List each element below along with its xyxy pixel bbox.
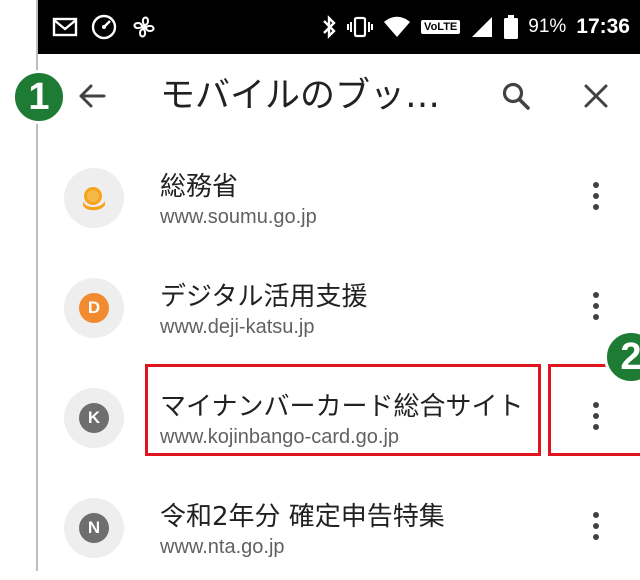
close-icon <box>584 84 608 108</box>
list-item[interactable]: D デジタル活用支援 www.deji-katsu.jp <box>40 250 640 360</box>
wifi-icon <box>383 16 411 38</box>
more-vert-icon <box>593 182 599 210</box>
letter-favicon: N <box>64 498 124 558</box>
battery-icon <box>504 15 519 39</box>
volte-icon: VoLTE <box>421 20 461 34</box>
more-vert-icon <box>593 512 599 540</box>
letter-favicon: D <box>64 278 124 338</box>
favicon-letter: D <box>79 293 109 323</box>
more-options-button[interactable] <box>576 286 616 326</box>
vibrate-icon <box>347 15 374 39</box>
gmail-icon <box>52 17 78 37</box>
bookmark-url: www.nta.go.jp <box>160 536 285 558</box>
back-button[interactable] <box>72 76 112 116</box>
speed-icon <box>90 13 118 41</box>
bookmark-url: www.soumu.go.jp <box>160 206 317 228</box>
more-options-button[interactable] <box>576 176 616 216</box>
search-icon <box>502 82 530 110</box>
list-item[interactable]: N 令和2年分 確定申告特集 www.nta.go.jp <box>40 470 640 580</box>
more-vert-icon <box>593 292 599 320</box>
toolbar: モバイルのブッ… <box>40 54 640 140</box>
search-button[interactable] <box>496 76 536 116</box>
signal-icon <box>470 16 494 38</box>
letter-favicon: K <box>64 388 124 448</box>
favicon-letter: K <box>79 403 109 433</box>
battery-percentage: 91% <box>528 16 567 37</box>
bookmark-title: デジタル活用支援 <box>160 282 368 312</box>
status-bar: VoLTE 91% 17:36 <box>38 0 640 54</box>
fan-icon <box>130 13 158 41</box>
highlight-box-bookmark <box>145 364 541 456</box>
favicon-letter: N <box>79 513 109 543</box>
step-badge-1: 1 <box>12 70 66 124</box>
bookmark-title: 総務省 <box>160 172 239 202</box>
close-button[interactable] <box>576 76 616 116</box>
page-title: モバイルのブッ… <box>160 76 441 116</box>
clock: 17:36 <box>576 15 630 38</box>
bookmark-url: www.deji-katsu.jp <box>160 316 315 338</box>
soumu-favicon <box>64 168 124 228</box>
back-arrow-icon <box>79 84 106 108</box>
more-options-button[interactable] <box>576 506 616 546</box>
bookmark-title: 令和2年分 確定申告特集 <box>160 502 445 532</box>
list-item[interactable]: 総務省 www.soumu.go.jp <box>40 140 640 250</box>
bluetooth-icon <box>321 14 337 40</box>
